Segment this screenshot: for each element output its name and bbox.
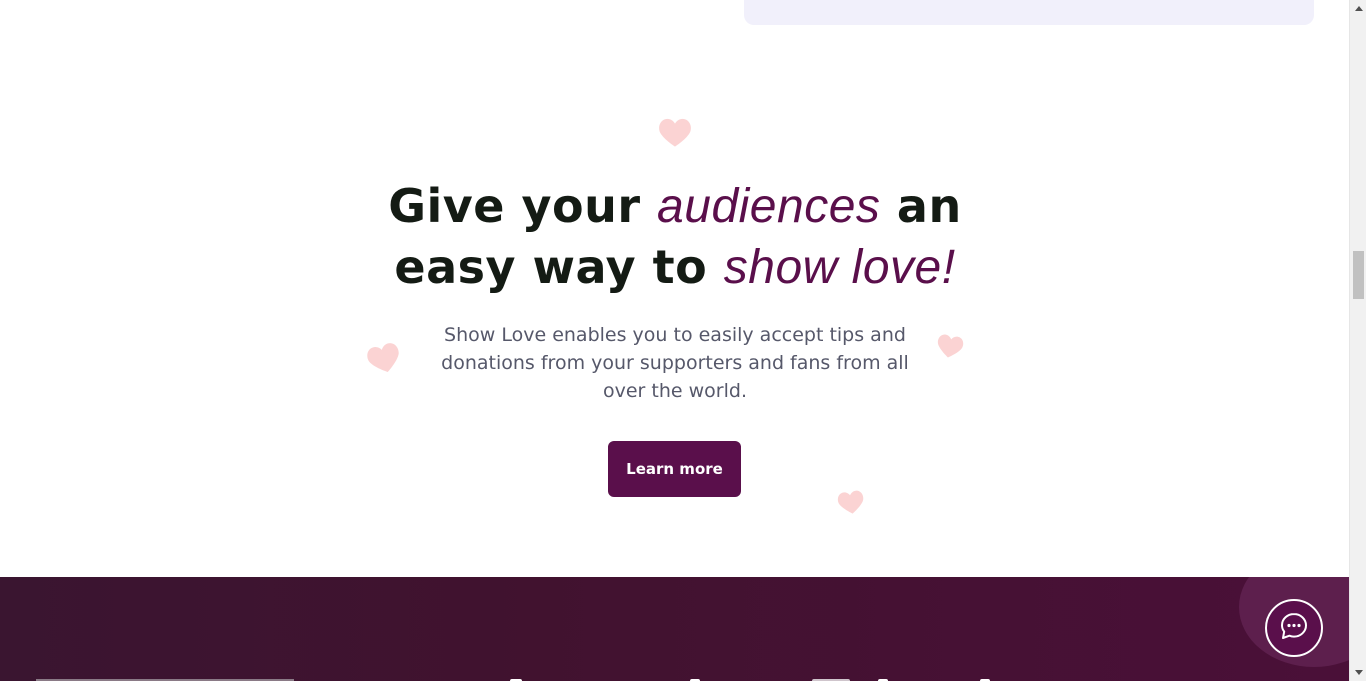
vertical-scrollbar[interactable] (1349, 0, 1366, 681)
headline-emphasis-2: show love! (723, 241, 956, 294)
heart-icon (936, 333, 964, 359)
hero-description: Show Love enables you to easily accept t… (441, 324, 909, 402)
heart-icon (837, 489, 865, 515)
learn-more-button[interactable]: Learn more (608, 441, 741, 497)
scrollbar-thumb[interactable] (1353, 251, 1364, 299)
heart-icon (657, 116, 693, 148)
chat-button[interactable] (1265, 599, 1323, 657)
headline-emphasis-1: audiences (657, 180, 881, 233)
hero-headline: Give your audiences an easy way to show … (330, 176, 1020, 298)
footer-section (0, 577, 1349, 681)
page: Give your audiences an easy way to show … (0, 0, 1349, 681)
heart-icon (366, 342, 402, 374)
previous-section-card (744, 0, 1314, 25)
chat-bubble-icon (1279, 611, 1309, 645)
scroll-up-arrow-icon[interactable] (1350, 0, 1366, 17)
headline-text-1: Give your (388, 179, 658, 233)
scroll-down-arrow-icon[interactable] (1350, 664, 1366, 681)
